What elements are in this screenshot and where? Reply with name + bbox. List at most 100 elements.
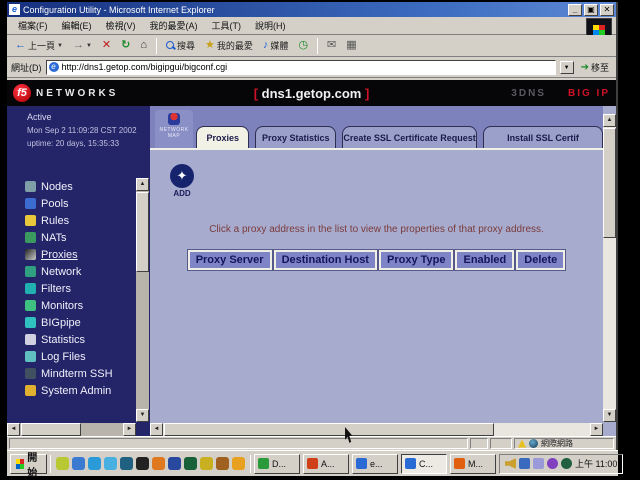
address-label: 網址(D): [11, 61, 42, 74]
speaker-icon[interactable]: [505, 458, 516, 469]
back-button[interactable]: ← 上一頁 ▼: [11, 37, 67, 54]
menu-tools[interactable]: 工具(T): [205, 17, 249, 34]
tab-proxies[interactable]: Proxies: [196, 126, 249, 148]
scrollbar-thumb[interactable]: [603, 128, 616, 238]
tray-icon[interactable]: [533, 458, 544, 469]
crt-frame: e Configuration Utility - Microsoft Inte…: [0, 0, 640, 480]
menu-edit[interactable]: 編輯(E): [55, 17, 99, 34]
sidebar-item-mindterm-ssh[interactable]: Mindterm SSH: [25, 365, 134, 382]
quick-launch-icon[interactable]: [168, 457, 181, 470]
main-horizontal-scrollbar[interactable]: ◄ ►: [150, 423, 603, 436]
task-button-5[interactable]: M...: [450, 454, 496, 474]
instruction-text: Click a proxy address in the list to vie…: [150, 224, 603, 235]
menu-help[interactable]: 說明(H): [248, 17, 293, 34]
scroll-up-icon[interactable]: ▲: [603, 114, 616, 127]
menu-view[interactable]: 檢視(V): [99, 17, 143, 34]
sidebar-item-nats[interactable]: NATs: [25, 229, 134, 246]
media-button[interactable]: ♪ 媒體: [259, 37, 293, 54]
forward-dropdown-icon[interactable]: ▼: [86, 43, 92, 49]
sidebar-item-nodes[interactable]: Nodes: [25, 178, 134, 195]
sidebar-item-filters[interactable]: Filters: [25, 280, 134, 297]
task-button-3[interactable]: e...: [352, 454, 398, 474]
maximize-button[interactable]: ▣: [584, 4, 598, 16]
sidebar-item-network[interactable]: Network: [25, 263, 134, 280]
search-button[interactable]: 搜尋: [162, 37, 199, 54]
nodes-icon: [25, 181, 36, 192]
quick-launch-icon[interactable]: [184, 457, 197, 470]
main-frame: NETWORK MAP Proxies Proxy Statistics Cre…: [150, 106, 616, 436]
quick-launch-icon[interactable]: [200, 457, 213, 470]
task-button-2[interactable]: A...: [303, 454, 349, 474]
sidebar-item-rules[interactable]: Rules: [25, 212, 134, 229]
tab-create-ssl-certificate-request[interactable]: Create SSL Certificate Request: [342, 126, 477, 148]
address-url[interactable]: http://dns1.getop.com/bigipgui/bigconf.c…: [62, 62, 553, 72]
forward-button[interactable]: → ▼: [69, 38, 96, 53]
quick-launch-icon[interactable]: [152, 457, 165, 470]
title-bar: e Configuration Utility - Microsoft Inte…: [7, 2, 616, 17]
sidebar-item-statistics[interactable]: Statistics: [25, 331, 134, 348]
sidebar-vertical-scrollbar[interactable]: ▲ ▼: [136, 178, 149, 422]
quick-launch-icon[interactable]: [56, 457, 69, 470]
quick-launch-icon[interactable]: [120, 457, 133, 470]
address-combo[interactable]: e http://dns1.getop.com/bigipgui/bigconf…: [46, 60, 556, 75]
quick-launch-icon[interactable]: [88, 457, 101, 470]
rules-icon: [25, 215, 36, 226]
back-dropdown-icon[interactable]: ▼: [57, 43, 63, 49]
sidebar-item-pools[interactable]: Pools: [25, 195, 134, 212]
home-button[interactable]: ⌂: [136, 38, 151, 53]
scroll-right-icon[interactable]: ►: [590, 423, 603, 436]
favorites-button[interactable]: ★ 我的最愛: [201, 37, 257, 54]
close-button[interactable]: ✕: [600, 4, 614, 16]
scroll-right-icon[interactable]: ►: [123, 423, 136, 436]
sidebar-item-system-admin[interactable]: System Admin: [25, 382, 134, 399]
column-proxy-type: Proxy Type: [379, 250, 454, 270]
menu-file[interactable]: 檔案(F): [11, 17, 55, 34]
quick-launch-icon[interactable]: [232, 457, 245, 470]
quick-launch-icon[interactable]: [104, 457, 117, 470]
minimize-button[interactable]: _: [568, 4, 582, 16]
task-button-1[interactable]: D...: [254, 454, 300, 474]
scroll-down-icon[interactable]: ▼: [603, 409, 616, 422]
scroll-up-icon[interactable]: ▲: [136, 178, 149, 191]
scroll-left-icon[interactable]: ◄: [150, 423, 163, 436]
history-button[interactable]: ◷: [294, 38, 312, 53]
sidebar-item-log-files[interactable]: Log Files: [25, 348, 134, 365]
sidebar-item-monitors[interactable]: Monitors: [25, 297, 134, 314]
tray-icon[interactable]: [547, 458, 558, 469]
scroll-down-icon[interactable]: ▼: [136, 409, 149, 422]
proxies-icon: [25, 249, 36, 260]
quick-launch-icon[interactable]: [216, 457, 229, 470]
scrollbar-thumb[interactable]: [136, 192, 149, 272]
tab-install-ssl-certificate[interactable]: Install SSL Certif: [483, 126, 603, 148]
scrollbar-thumb[interactable]: [21, 423, 81, 436]
scrollbar-thumb[interactable]: [164, 423, 494, 436]
quick-launch-icon[interactable]: [136, 457, 149, 470]
ie-document-icon: e: [9, 4, 20, 15]
tab-proxy-statistics[interactable]: Proxy Statistics: [255, 126, 336, 148]
main-vertical-scrollbar[interactable]: ▲ ▼: [603, 114, 616, 422]
add-icon[interactable]: ✦: [170, 164, 194, 188]
mail-button[interactable]: ✉: [323, 38, 340, 53]
task-buttons: D... A... e... C... M...: [254, 454, 496, 474]
system-status: Active: [27, 112, 150, 122]
print-icon: ▦: [346, 40, 356, 51]
address-dropdown-icon[interactable]: ▼: [560, 61, 574, 74]
menu-favorites[interactable]: 我的最愛(A): [143, 17, 205, 34]
task-button-configuration-utility[interactable]: C...: [401, 454, 447, 474]
quick-launch-icon[interactable]: [72, 457, 85, 470]
sidebar-horizontal-scrollbar[interactable]: ◄ ►: [7, 423, 136, 436]
scroll-left-icon[interactable]: ◄: [7, 423, 20, 436]
go-button[interactable]: ➔ 移至: [578, 61, 612, 74]
refresh-button[interactable]: ↻: [117, 38, 134, 53]
bigpipe-icon: [25, 317, 36, 328]
add-proxy-control[interactable]: ✦ ADD: [168, 164, 196, 198]
start-button[interactable]: 開始: [10, 454, 47, 474]
tab-network-map[interactable]: NETWORK MAP: [155, 110, 193, 148]
sidebar-item-bigpipe[interactable]: BIGpipe: [25, 314, 134, 331]
stop-button[interactable]: ✕: [98, 38, 115, 53]
ie-app-icon: [356, 458, 367, 469]
tray-icon[interactable]: [519, 458, 530, 469]
tray-icon[interactable]: [561, 458, 572, 469]
sidebar-item-proxies[interactable]: Proxies: [25, 246, 134, 263]
print-button[interactable]: ▦: [342, 38, 360, 53]
